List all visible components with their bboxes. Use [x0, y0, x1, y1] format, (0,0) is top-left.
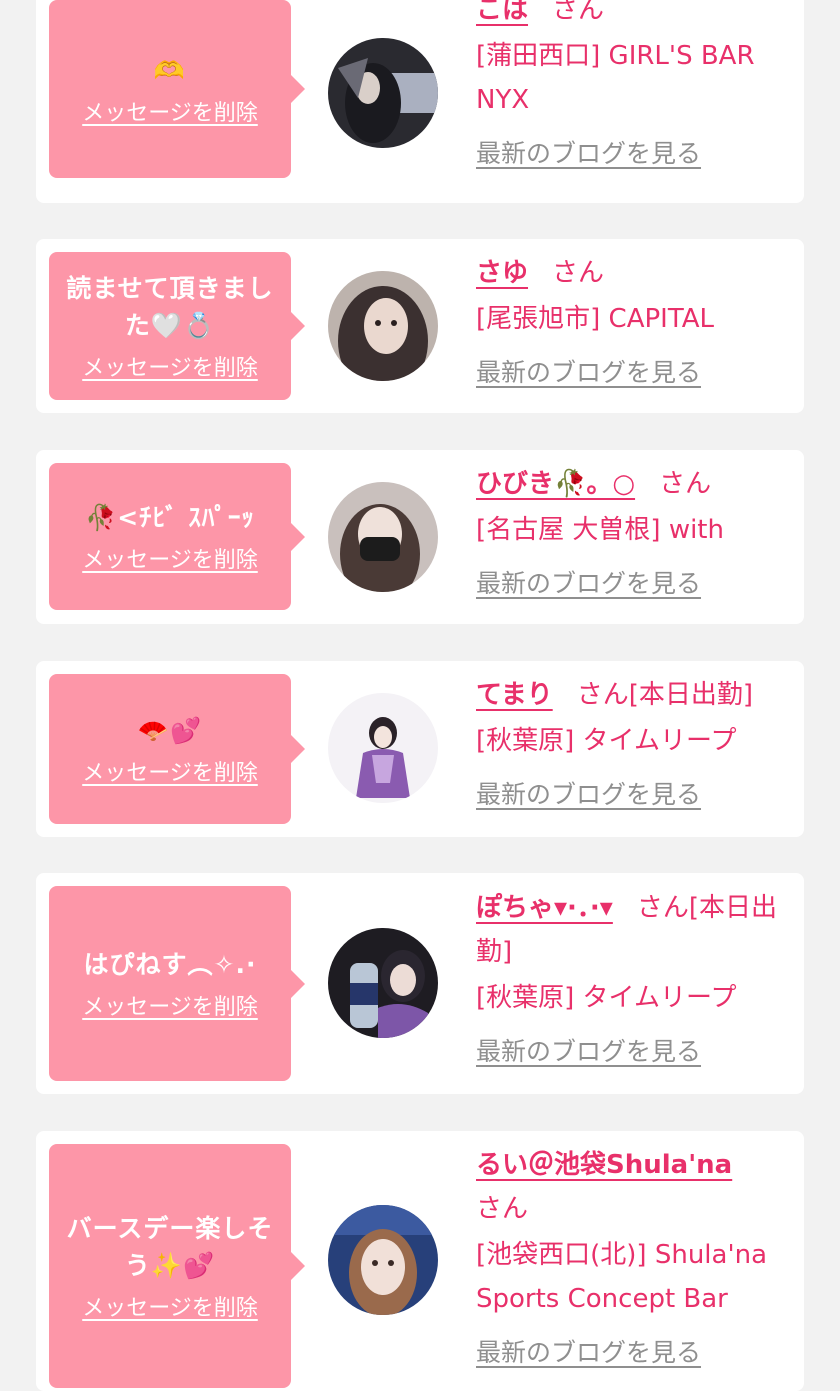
shop-line: [尾張旭市] CAPITAL — [476, 304, 714, 334]
honorific: さん — [636, 893, 689, 923]
latest-blog-link[interactable]: 最新のブログを見る — [476, 132, 701, 176]
avatar[interactable] — [328, 38, 438, 148]
message-bubble: はぴねす︵✧.· メッセージを削除 — [49, 886, 305, 1081]
message-text: 🫶 — [154, 52, 186, 89]
user-info: こは さん [蒲田西口] GIRL'S BAR NYX 最新のブログを見る — [476, 0, 796, 176]
delete-message-button[interactable]: メッセージを削除 — [82, 542, 258, 574]
avatar[interactable] — [328, 271, 438, 381]
avatar[interactable] — [328, 482, 438, 592]
message-text: 🪭💕 — [138, 712, 202, 749]
shop-line: NYX — [476, 85, 530, 115]
message-card: バースデー楽しそ う✨💕 メッセージを削除 るい＠池袋Shula'na さん [… — [36, 1131, 804, 1391]
user-info: ひびき🥀。○ さん [名古屋 大曽根] with 最新のブログを見る — [476, 462, 796, 606]
message-bubble: バースデー楽しそ う✨💕 メッセージを削除 — [49, 1144, 305, 1388]
honorific: さん — [576, 680, 629, 710]
user-name-link[interactable]: さゆ — [476, 258, 528, 288]
user-info: さゆ さん [尾張旭市] CAPITAL 最新のブログを見る — [476, 251, 796, 395]
honorific: さん — [659, 469, 712, 499]
message-card: 読ませて頂きまし た🤍💍 メッセージを削除 さゆ さん [尾張旭市] CAPITA… — [36, 239, 804, 413]
message-bubble: 🪭💕 メッセージを削除 — [49, 674, 305, 824]
latest-blog-link[interactable]: 最新のブログを見る — [476, 1331, 701, 1375]
shop-line: [秋葉原] タイムリープ — [476, 726, 737, 756]
delete-message-button[interactable]: メッセージを削除 — [82, 989, 258, 1021]
message-line: はぴねす︵✧.· — [83, 950, 257, 979]
shop-line: [秋葉原] タイムリープ — [476, 983, 737, 1013]
shop-line: [池袋西口(北)] Shula'na — [476, 1240, 768, 1270]
delete-message-button[interactable]: メッセージを削除 — [82, 95, 258, 127]
shop-line: Sports Concept Bar — [476, 1284, 728, 1314]
user-info: るい＠池袋Shula'na さん [池袋西口(北)] Shula'na Spor… — [476, 1143, 796, 1375]
message-text: 🥀<ﾁﾋﾞ ｽﾊﾟｰｯ — [85, 499, 255, 536]
latest-blog-link[interactable]: 最新のブログを見る — [476, 1030, 701, 1074]
latest-blog-link[interactable]: 最新のブログを見る — [476, 351, 701, 395]
message-bubble: 🥀<ﾁﾋﾞ ｽﾊﾟｰｯ メッセージを削除 — [49, 463, 305, 610]
user-info: てまり さん[本日出勤] [秋葉原] タイムリープ 最新のブログを見る — [476, 673, 796, 817]
user-name-link[interactable]: るい＠池袋Shula'na — [476, 1150, 732, 1180]
avatar[interactable] — [328, 928, 438, 1038]
message-line: 🫶 — [153, 55, 187, 85]
delete-message-button[interactable]: メッセージを削除 — [82, 1290, 258, 1322]
shop-line: [蒲田西口] GIRL'S BAR — [476, 41, 755, 71]
status-badge: [本日出勤] — [628, 680, 754, 710]
user-info: ぽちゃ▾·．·▾ さん[本日出勤] [秋葉原] タイムリープ 最新のブログを見る — [476, 886, 796, 1074]
message-card: 🫶 メッセージを削除 こは さん [蒲田西口] GIRL'S BAR NYX 最新… — [36, 0, 804, 203]
delete-message-button[interactable]: メッセージを削除 — [82, 755, 258, 787]
message-line: バースデー楽しそ — [66, 1214, 274, 1243]
user-name-link[interactable]: てまり — [476, 680, 553, 710]
shop-line: [名古屋 大曽根] with — [476, 515, 724, 545]
user-name-link[interactable]: ひびき🥀。○ — [476, 469, 635, 499]
honorific: さん — [552, 258, 605, 288]
message-bubble: 🫶 メッセージを削除 — [49, 0, 305, 178]
user-name-link[interactable]: ぽちゃ▾·．·▾ — [476, 893, 613, 923]
message-line: 🪭💕 — [137, 715, 203, 745]
honorific: さん — [552, 0, 605, 25]
message-text: はぴねす︵✧.· — [84, 946, 257, 983]
message-line: 🥀<ﾁﾋﾞ ｽﾊﾟｰｯ — [85, 503, 255, 532]
message-line: 読ませて頂きまし — [66, 274, 274, 303]
message-card: はぴねす︵✧.· メッセージを削除 ぽちゃ▾·．·▾ さん[本日出勤] [秋葉原]… — [36, 873, 804, 1094]
message-card: 🥀<ﾁﾋﾞ ｽﾊﾟｰｯ メッセージを削除 ひびき🥀。○ さん [名古屋 大曽根] … — [36, 450, 804, 624]
latest-blog-link[interactable]: 最新のブログを見る — [476, 562, 701, 606]
user-name-link[interactable]: こは — [476, 0, 528, 25]
message-bubble: 読ませて頂きまし た🤍💍 メッセージを削除 — [49, 252, 305, 400]
avatar[interactable] — [328, 693, 438, 803]
avatar[interactable] — [328, 1205, 438, 1315]
delete-message-button[interactable]: メッセージを削除 — [82, 350, 258, 382]
message-line: た🤍💍 — [124, 311, 216, 340]
message-line: う✨💕 — [124, 1251, 216, 1280]
message-text: バースデー楽しそ う✨💕 — [67, 1210, 274, 1284]
message-text: 読ませて頂きまし た🤍💍 — [66, 270, 273, 344]
latest-blog-link[interactable]: 最新のブログを見る — [476, 773, 701, 817]
honorific: さん — [476, 1194, 529, 1224]
message-card: 🪭💕 メッセージを削除 てまり さん[本日出勤] [秋葉原] タイムリープ 最新の… — [36, 661, 804, 837]
